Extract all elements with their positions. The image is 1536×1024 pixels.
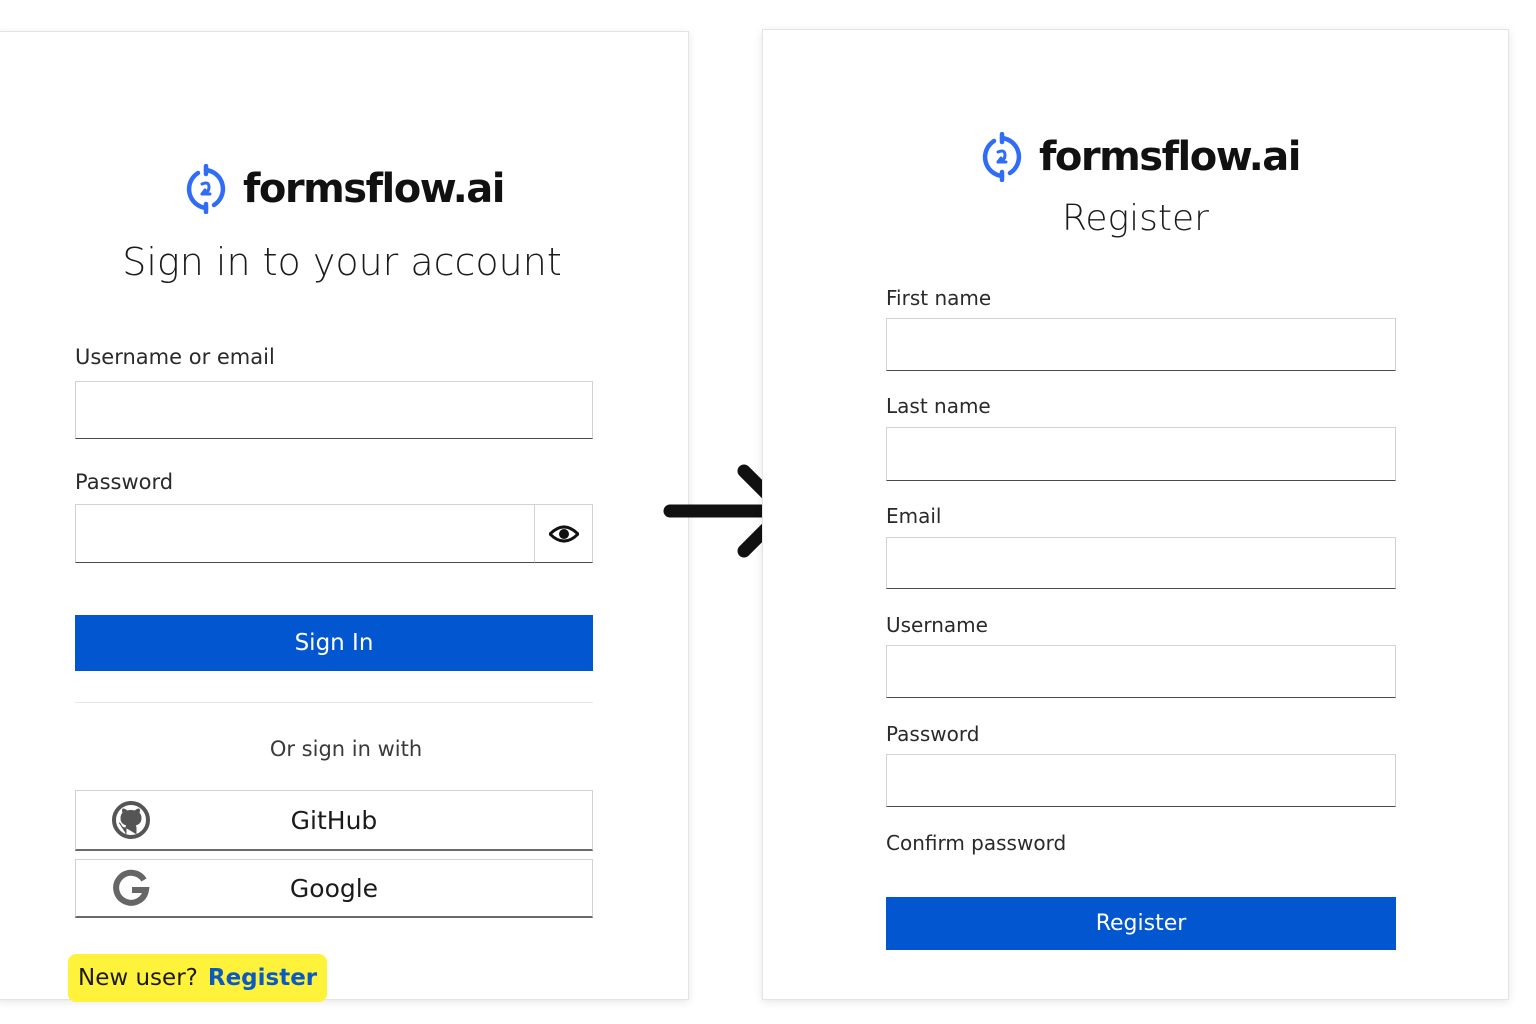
brand-name: formsflow.ai — [243, 166, 505, 212]
page-title: Sign in to your account — [122, 240, 562, 284]
username-label: Username — [886, 613, 988, 637]
new-user-note: New user? Register — [68, 954, 328, 1002]
brand-name: formsflow.ai — [1039, 134, 1301, 180]
last-name-label: Last name — [886, 394, 991, 418]
google-icon — [113, 869, 150, 906]
new-user-text: New user? — [78, 965, 198, 991]
formsflow-logo-icon — [982, 132, 1022, 182]
register-logo: formsflow.ai — [979, 132, 1301, 182]
signin-logo: formsflow.ai — [183, 164, 505, 214]
github-label: GitHub — [290, 805, 378, 835]
page-title: Register — [1062, 198, 1209, 239]
last-name-input[interactable] — [886, 427, 1396, 481]
signin-card: formsflow.ai Sign in to your account Use… — [0, 31, 689, 1002]
username-input[interactable] — [75, 381, 593, 439]
username-label: Username or email — [75, 345, 275, 369]
email-label: Email — [886, 504, 942, 528]
github-login-button[interactable]: GitHub — [75, 790, 593, 851]
google-label: Google — [289, 873, 379, 903]
first-name-input[interactable] — [886, 318, 1396, 371]
formsflow-logo-icon — [186, 164, 226, 214]
github-icon — [112, 801, 150, 839]
password-label: Password — [75, 470, 174, 494]
confirm-password-label: Confirm password — [886, 831, 1067, 855]
register-card: formsflow.ai Register First name Last na… — [762, 29, 1509, 1000]
show-password-button[interactable] — [534, 504, 593, 563]
username-input[interactable] — [886, 645, 1396, 698]
first-name-label: First name — [886, 286, 992, 310]
google-login-button[interactable]: Google — [75, 859, 593, 918]
register-link[interactable]: Register — [208, 965, 317, 991]
password-label: Password — [886, 722, 980, 746]
divider — [75, 702, 593, 703]
email-input[interactable] — [886, 537, 1396, 589]
password-input[interactable] — [886, 754, 1396, 807]
password-input[interactable] — [75, 504, 535, 563]
sign-in-button[interactable]: Sign In — [75, 615, 593, 671]
eye-icon — [548, 525, 579, 542]
or-sign-in-with-text: Or sign in with — [269, 737, 423, 761]
register-button[interactable]: Register — [886, 897, 1396, 950]
